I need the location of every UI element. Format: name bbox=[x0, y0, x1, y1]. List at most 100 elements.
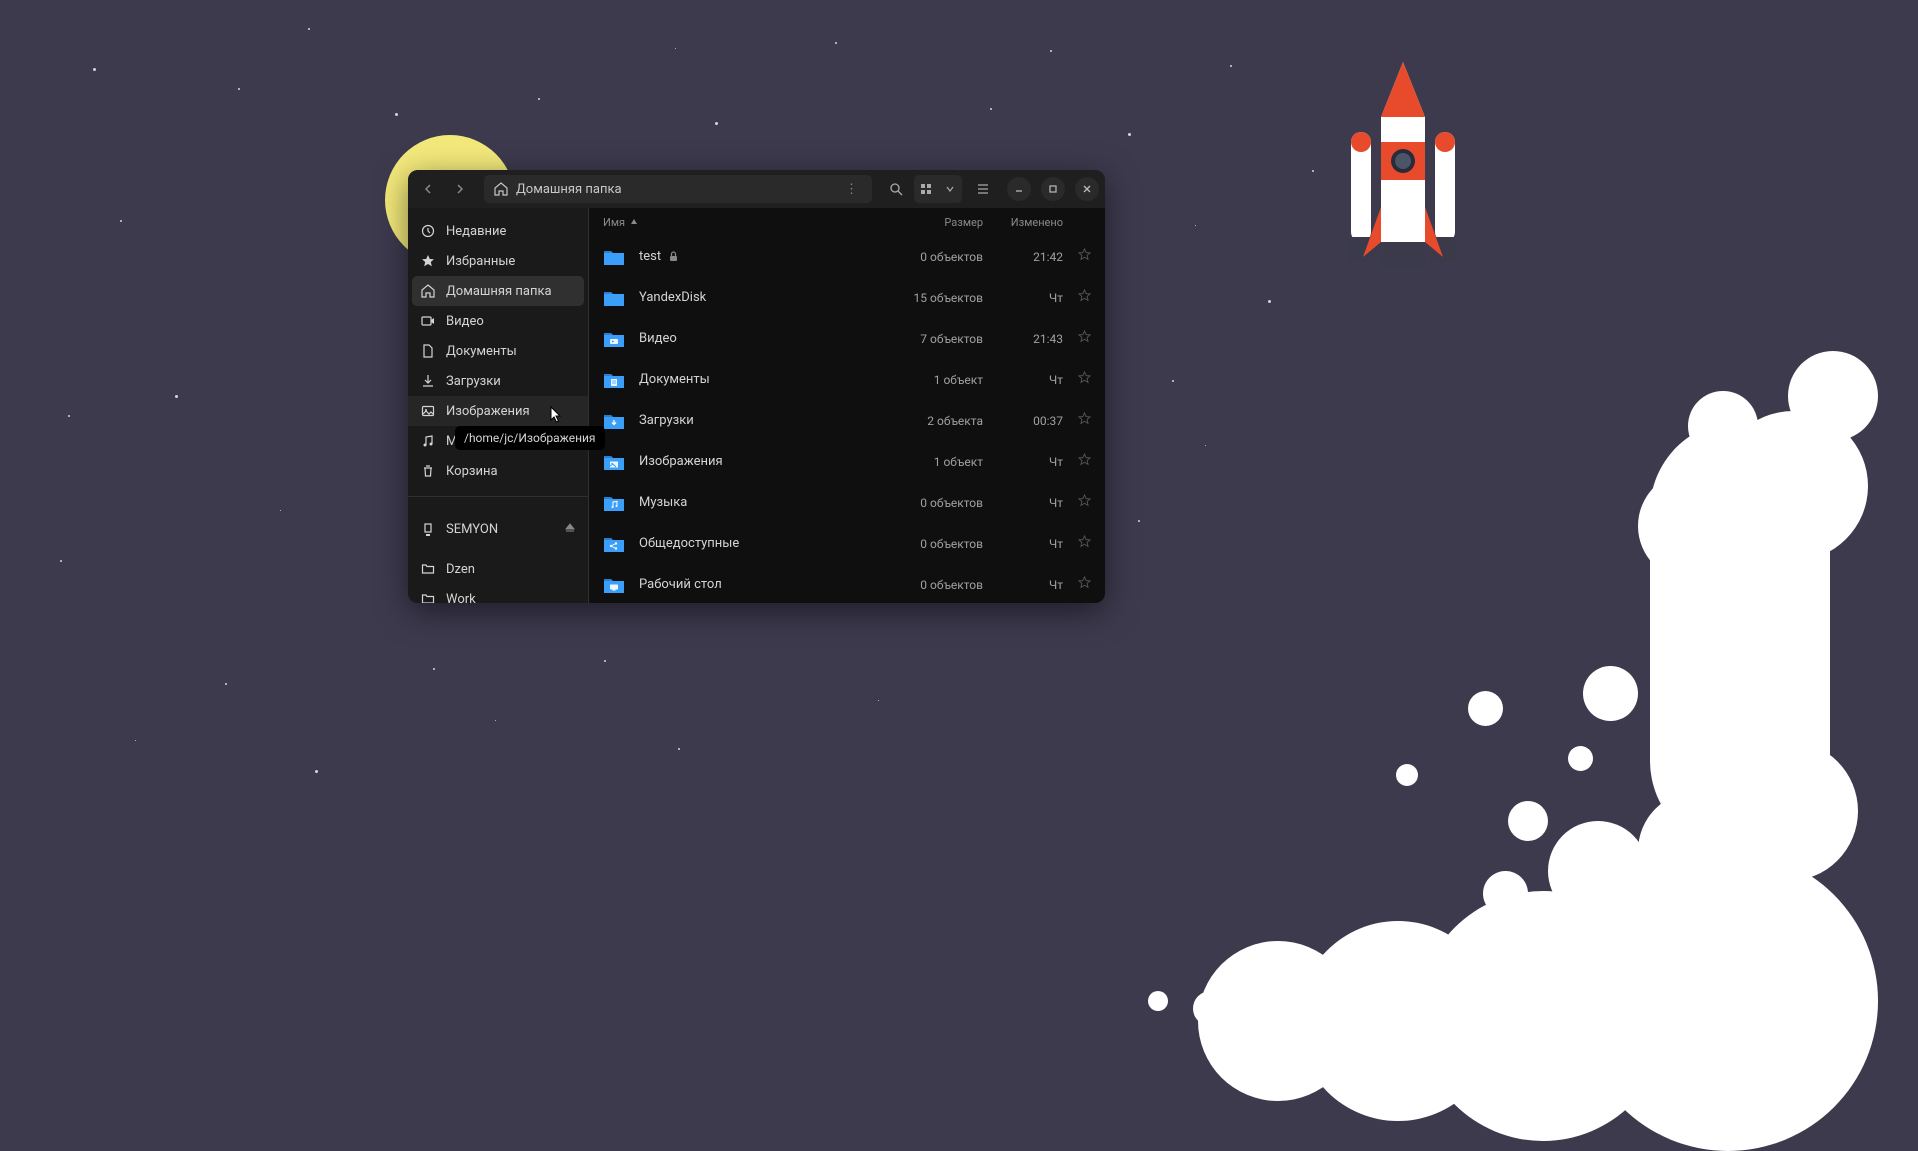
file-modified: 21:42 bbox=[983, 250, 1063, 264]
close-icon bbox=[1082, 184, 1092, 194]
star-toggle[interactable] bbox=[1063, 535, 1091, 552]
file-name: test bbox=[639, 249, 873, 264]
column-name-label: Имя bbox=[603, 216, 625, 229]
file-name: Документы bbox=[639, 372, 873, 387]
download-icon bbox=[420, 373, 436, 389]
image-icon bbox=[420, 403, 436, 419]
star-toggle[interactable] bbox=[1063, 248, 1091, 265]
sidebar-item-downloads[interactable]: Загрузки bbox=[408, 366, 588, 396]
file-name: Рабочий стол bbox=[639, 577, 873, 592]
sidebar-item-recent[interactable]: Недавние bbox=[408, 216, 588, 246]
star-toggle[interactable] bbox=[1063, 412, 1091, 429]
sidebar-item-label: Домашняя папка bbox=[446, 284, 552, 299]
folder-icon bbox=[603, 248, 625, 266]
sort-asc-icon bbox=[630, 218, 638, 226]
star-toggle[interactable] bbox=[1063, 289, 1091, 306]
sidebar-item-documents[interactable]: Документы bbox=[408, 336, 588, 366]
file-size: 0 объектов bbox=[873, 250, 983, 264]
file-row[interactable]: Документы1 объектЧт bbox=[589, 359, 1105, 400]
maximize-button[interactable] bbox=[1041, 177, 1065, 201]
trash-icon bbox=[420, 463, 436, 479]
file-row[interactable]: YandexDisk15 объектовЧт bbox=[589, 277, 1105, 318]
star-icon bbox=[420, 253, 436, 269]
column-size-header[interactable]: Размер bbox=[873, 216, 983, 229]
back-button[interactable] bbox=[414, 175, 442, 203]
file-row[interactable]: Изображения1 объектЧт bbox=[589, 441, 1105, 482]
file-size: 15 объектов bbox=[873, 291, 983, 305]
file-row[interactable]: test0 объектов21:42 bbox=[589, 236, 1105, 277]
close-button[interactable] bbox=[1075, 177, 1099, 201]
file-size: 0 объектов bbox=[873, 578, 983, 592]
minimize-button[interactable] bbox=[1007, 177, 1031, 201]
file-modified: Чт bbox=[983, 537, 1063, 551]
file-row[interactable]: Рабочий стол0 объектовЧт bbox=[589, 564, 1105, 603]
file-row[interactable]: Загрузки2 объекта00:37 bbox=[589, 400, 1105, 441]
folder-icon bbox=[420, 561, 436, 577]
column-header: Имя Размер Изменено bbox=[589, 208, 1105, 236]
sidebar-item-device[interactable]: SEMYON bbox=[408, 496, 588, 544]
file-row[interactable]: Музыка0 объектовЧт bbox=[589, 482, 1105, 523]
sidebar-item-label: Корзина bbox=[446, 464, 498, 479]
search-icon bbox=[889, 182, 903, 196]
file-size: 0 объектов bbox=[873, 537, 983, 551]
view-dropdown-button[interactable] bbox=[938, 175, 962, 203]
sidebar-item-bookmark[interactable]: Dzen bbox=[408, 554, 588, 584]
folder-icon bbox=[603, 412, 625, 430]
music-icon bbox=[420, 433, 436, 449]
star-toggle[interactable] bbox=[1063, 371, 1091, 388]
sidebar: Недавние Избранные Домашняя папка Видео … bbox=[408, 208, 589, 603]
video-icon bbox=[420, 313, 436, 329]
file-list: Имя Размер Изменено test0 объектов21:42Y… bbox=[589, 208, 1105, 603]
eject-icon[interactable] bbox=[564, 522, 576, 538]
folder-icon bbox=[420, 591, 436, 603]
sidebar-item-label: Загрузки bbox=[446, 374, 501, 389]
grid-view-button[interactable] bbox=[914, 175, 938, 203]
menu-button[interactable] bbox=[969, 175, 997, 203]
column-modified-header[interactable]: Изменено bbox=[983, 216, 1063, 229]
search-button[interactable] bbox=[882, 175, 910, 203]
folder-icon bbox=[603, 289, 625, 307]
file-row[interactable]: Видео7 объектов21:43 bbox=[589, 318, 1105, 359]
sidebar-item-video[interactable]: Видео bbox=[408, 306, 588, 336]
document-icon bbox=[420, 343, 436, 359]
folder-icon bbox=[603, 535, 625, 553]
file-modified: Чт bbox=[983, 291, 1063, 305]
file-name: Общедоступные bbox=[639, 536, 873, 551]
path-more-icon[interactable]: ⋮ bbox=[841, 182, 862, 197]
path-tooltip: /home/jc/Изображения bbox=[455, 426, 605, 450]
device-icon bbox=[420, 522, 436, 538]
file-modified: Чт bbox=[983, 578, 1063, 592]
exhaust-cloud bbox=[1018, 331, 1918, 1031]
sidebar-item-trash[interactable]: Корзина bbox=[408, 456, 588, 486]
sidebar-item-starred[interactable]: Избранные bbox=[408, 246, 588, 276]
sidebar-item-home[interactable]: Домашняя папка bbox=[412, 276, 584, 306]
chevron-down-icon bbox=[946, 185, 954, 193]
sidebar-item-label: Видео bbox=[446, 314, 484, 329]
star-toggle[interactable] bbox=[1063, 330, 1091, 347]
sidebar-item-label: Изображения bbox=[446, 404, 530, 419]
file-size: 0 объектов bbox=[873, 496, 983, 510]
column-name-header[interactable]: Имя bbox=[603, 216, 873, 229]
sidebar-item-images[interactable]: Изображения bbox=[408, 396, 588, 426]
maximize-icon bbox=[1048, 184, 1058, 194]
file-name: YandexDisk bbox=[639, 290, 873, 305]
menu-icon bbox=[976, 182, 990, 196]
grid-icon bbox=[920, 183, 932, 195]
chevron-right-icon bbox=[454, 183, 466, 195]
star-toggle[interactable] bbox=[1063, 453, 1091, 470]
file-name: Музыка bbox=[639, 495, 873, 510]
sidebar-item-bookmark[interactable]: Work bbox=[408, 584, 588, 603]
file-modified: Чт bbox=[983, 455, 1063, 469]
path-bar[interactable]: Домашняя папка ⋮ bbox=[484, 175, 872, 203]
file-row[interactable]: Общедоступные0 объектовЧт bbox=[589, 523, 1105, 564]
folder-icon bbox=[603, 453, 625, 471]
file-modified: Чт bbox=[983, 373, 1063, 387]
file-size: 1 объект bbox=[873, 455, 983, 469]
chevron-left-icon bbox=[422, 183, 434, 195]
file-size: 1 объект bbox=[873, 373, 983, 387]
star-toggle[interactable] bbox=[1063, 576, 1091, 593]
forward-button[interactable] bbox=[446, 175, 474, 203]
folder-icon bbox=[603, 371, 625, 389]
star-toggle[interactable] bbox=[1063, 494, 1091, 511]
file-modified: Чт bbox=[983, 496, 1063, 510]
